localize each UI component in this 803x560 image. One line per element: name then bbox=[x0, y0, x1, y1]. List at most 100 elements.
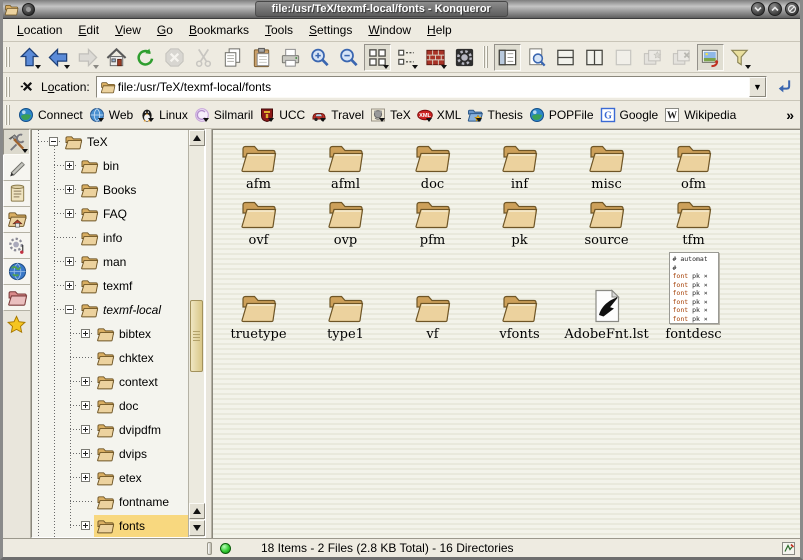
bookmark-google[interactable]: GGoogle bbox=[597, 105, 662, 125]
tree-expander-plus[interactable] bbox=[81, 401, 90, 410]
tree-item-body[interactable]: doc bbox=[94, 395, 142, 417]
split-horizontal-button[interactable] bbox=[552, 44, 579, 71]
tree-item-body[interactable]: texmf bbox=[78, 275, 136, 297]
tree-expander-plus[interactable] bbox=[81, 425, 90, 434]
tree-expander-minus[interactable] bbox=[65, 305, 74, 314]
scroll-up-button-2[interactable] bbox=[189, 503, 205, 519]
folder-inf[interactable]: inf bbox=[476, 136, 563, 192]
menu-settings[interactable]: Settings bbox=[302, 21, 359, 39]
tree-item-doc[interactable]: doc bbox=[32, 394, 188, 418]
zoom-out-button[interactable] bbox=[335, 44, 362, 71]
bookmarks-overflow-chevron[interactable]: » bbox=[786, 107, 800, 123]
filter-button[interactable] bbox=[726, 44, 753, 71]
folder-afm[interactable]: afm bbox=[215, 136, 302, 192]
zoom-in-button[interactable] bbox=[306, 44, 333, 71]
copy-button[interactable] bbox=[219, 44, 246, 71]
tree-expander-plus[interactable] bbox=[65, 209, 74, 218]
show-sidebar-button[interactable] bbox=[494, 44, 521, 71]
tree-item-TeX[interactable]: TeX bbox=[32, 130, 188, 154]
folder-type1[interactable]: type1 bbox=[302, 252, 389, 342]
tree-item-body[interactable]: info bbox=[78, 227, 126, 249]
bookmark-wikipedia[interactable]: WWikipedia bbox=[661, 105, 739, 125]
tree-scrollbar[interactable] bbox=[188, 130, 204, 537]
titlebar[interactable]: file:/usr/TeX/texmf-local/fonts - Konque… bbox=[0, 0, 803, 19]
reload-button[interactable] bbox=[132, 44, 159, 71]
stop-button[interactable] bbox=[161, 44, 188, 71]
sidebar-tab-home-folder[interactable] bbox=[3, 207, 30, 233]
list-view-button[interactable] bbox=[393, 44, 420, 71]
bookmark-thesis[interactable]: Thesis bbox=[464, 105, 525, 125]
tree-item-body[interactable]: chktex bbox=[94, 347, 158, 369]
bookmark-linux[interactable]: Linux bbox=[136, 105, 191, 125]
tree-item-body[interactable]: dvipdfm bbox=[94, 419, 165, 441]
new-tab-button[interactable] bbox=[639, 44, 666, 71]
sidebar-tab-system-tools[interactable] bbox=[3, 129, 30, 155]
folder-doc[interactable]: doc bbox=[389, 136, 476, 192]
folder-pk[interactable]: pk bbox=[476, 192, 563, 248]
bookmark-ucc[interactable]: UCC bbox=[256, 105, 308, 125]
tree-item-body[interactable]: dvips bbox=[94, 443, 151, 465]
scrollbar-thumb[interactable] bbox=[190, 300, 203, 372]
file-fontdesc[interactable]: # automat#font pk ×font pk ×font pk ×fon… bbox=[650, 252, 737, 342]
folder-ofm[interactable]: ofm bbox=[650, 136, 737, 192]
folder-pfm[interactable]: pfm bbox=[389, 192, 476, 248]
folder-tfm[interactable]: tfm bbox=[650, 192, 737, 248]
tree-item-body[interactable]: fonts bbox=[94, 515, 188, 537]
folder-ovf[interactable]: ovf bbox=[215, 192, 302, 248]
tree-item-dvipdfm[interactable]: dvipdfm bbox=[32, 418, 188, 442]
sidebar-tab-history-scroll[interactable] bbox=[3, 181, 30, 207]
menu-help[interactable]: Help bbox=[420, 21, 459, 39]
location-combobox[interactable]: ▼ bbox=[96, 76, 767, 98]
panel-splitter[interactable] bbox=[205, 129, 212, 538]
bricks-view-button[interactable] bbox=[422, 44, 449, 71]
tree-item-Books[interactable]: Books bbox=[32, 178, 188, 202]
maximize-button[interactable] bbox=[768, 2, 782, 16]
sidebar-tab-bookmarks-star[interactable] bbox=[3, 311, 30, 337]
bookmark-connect[interactable]: Connect bbox=[15, 105, 86, 125]
location-input[interactable] bbox=[116, 80, 749, 94]
folder-icon-view[interactable]: afm afml doc inf misc ofm ovf ovp pfm pk… bbox=[212, 129, 800, 538]
location-dropdown-button[interactable]: ▼ bbox=[749, 77, 766, 97]
tree-expander-plus[interactable] bbox=[81, 521, 90, 530]
tree-expander-plus[interactable] bbox=[81, 473, 90, 482]
go-button[interactable] bbox=[773, 75, 797, 99]
tree-item-texmf[interactable]: texmf bbox=[32, 274, 188, 298]
clear-location-button[interactable] bbox=[17, 77, 37, 97]
tree-item-info[interactable]: info bbox=[32, 226, 188, 250]
window-menu-button[interactable] bbox=[22, 3, 35, 16]
bookmark-web[interactable]: Web bbox=[86, 105, 136, 125]
tree-item-dvips[interactable]: dvips bbox=[32, 442, 188, 466]
tree-item-body[interactable]: Books bbox=[78, 179, 140, 201]
tree-item-body[interactable]: texmf-local bbox=[78, 299, 165, 321]
bookmark-silmaril[interactable]: Silmaril bbox=[191, 105, 256, 125]
file-AdobeFnt.lst[interactable]: AdobeFnt.lst bbox=[563, 252, 650, 342]
tree-item-fontname[interactable]: fontname bbox=[32, 490, 188, 514]
tree-item-man[interactable]: man bbox=[32, 250, 188, 274]
tree-expander-plus[interactable] bbox=[81, 449, 90, 458]
tree-expander-plus[interactable] bbox=[81, 377, 90, 386]
scroll-up-button[interactable] bbox=[189, 130, 205, 146]
folder-vfonts[interactable]: vfonts bbox=[476, 252, 563, 342]
tree-item-texmf-local[interactable]: texmf-local bbox=[32, 298, 188, 322]
cut-button[interactable] bbox=[190, 44, 217, 71]
gear-view-button[interactable] bbox=[451, 44, 478, 71]
close-button[interactable] bbox=[785, 2, 799, 16]
statusbar-grip[interactable] bbox=[207, 542, 212, 555]
menu-window[interactable]: Window bbox=[361, 21, 418, 39]
tree-item-bibtex[interactable]: bibtex bbox=[32, 322, 188, 346]
sidebar-tab-network-globe[interactable] bbox=[3, 259, 30, 285]
menu-tools[interactable]: Tools bbox=[258, 21, 300, 39]
folder-source[interactable]: source bbox=[563, 192, 650, 248]
tree-item-FAQ[interactable]: FAQ bbox=[32, 202, 188, 226]
sidebar-tab-root-folder[interactable] bbox=[3, 285, 30, 311]
sidebar-tab-pen[interactable] bbox=[3, 155, 30, 181]
tree-expander-plus[interactable] bbox=[65, 161, 74, 170]
bookmark-xml[interactable]: XMLXML bbox=[414, 105, 465, 125]
menu-bookmarks[interactable]: Bookmarks bbox=[182, 21, 256, 39]
tree-item-body[interactable]: etex bbox=[94, 467, 146, 489]
folder-ovp[interactable]: ovp bbox=[302, 192, 389, 248]
tree-item-context[interactable]: context bbox=[32, 370, 188, 394]
menu-go[interactable]: Go bbox=[150, 21, 180, 39]
tree-expander-plus[interactable] bbox=[65, 185, 74, 194]
up-button[interactable] bbox=[16, 44, 43, 71]
